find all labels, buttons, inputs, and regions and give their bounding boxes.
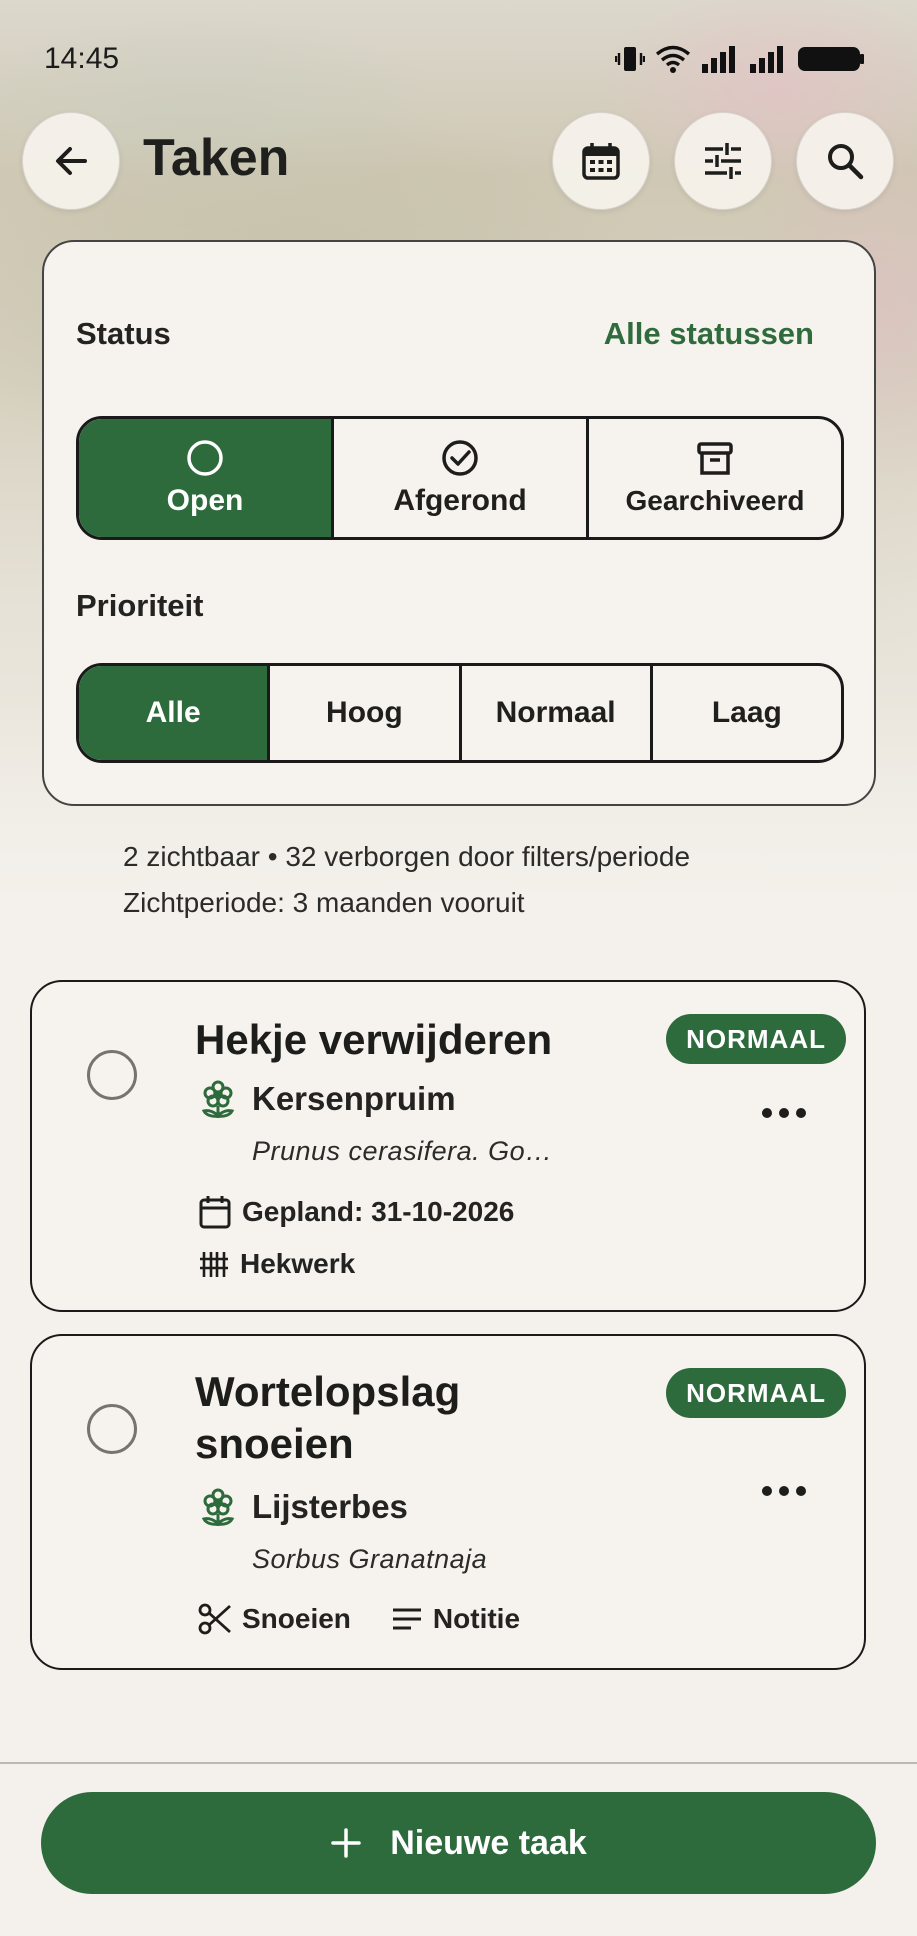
sliders-icon bbox=[705, 143, 741, 179]
filter-button[interactable] bbox=[674, 112, 772, 210]
priority-segmented-control: Alle Hoog Normaal Laag bbox=[76, 663, 844, 763]
wifi-icon bbox=[655, 45, 691, 73]
calendar-icon bbox=[199, 1196, 231, 1229]
task-title: Wortelopslag snoeien bbox=[195, 1366, 635, 1470]
task-card[interactable]: Hekje verwijderen NORMAAL Kersenpruim Pr… bbox=[30, 980, 866, 1312]
task-category-label: Hekwerk bbox=[240, 1248, 356, 1279]
more-options-button[interactable] bbox=[762, 1484, 806, 1498]
status-option-label: Open bbox=[166, 484, 244, 517]
task-title-line: snoeien bbox=[195, 1420, 354, 1467]
status-label: Status bbox=[76, 316, 171, 351]
task-category: Hekwerk bbox=[198, 1248, 355, 1280]
new-task-label: Nieuwe taak bbox=[390, 1823, 587, 1862]
status-option-label: Gearchiveerd bbox=[625, 485, 805, 516]
status-option-open[interactable]: Open bbox=[79, 419, 331, 537]
page-title: Taken bbox=[143, 129, 290, 187]
notes-icon bbox=[392, 1608, 421, 1630]
scissors-icon bbox=[198, 1603, 231, 1635]
flower-icon bbox=[201, 1488, 235, 1526]
more-options-button[interactable] bbox=[762, 1106, 806, 1120]
calendar-icon bbox=[582, 143, 620, 180]
priority-badge: NORMAAL bbox=[666, 1014, 846, 1064]
arrow-left-icon bbox=[56, 147, 87, 175]
check-circle-icon bbox=[442, 440, 478, 476]
filter-summary: 2 zichtbaar • 32 verborgen door filters/… bbox=[123, 834, 690, 926]
battery-icon bbox=[798, 47, 864, 71]
bottom-divider bbox=[0, 1762, 917, 1764]
search-icon bbox=[828, 144, 864, 180]
signal-icon-2 bbox=[750, 46, 783, 73]
priority-label: Prioriteit bbox=[76, 588, 204, 623]
priority-badge: NORMAAL bbox=[666, 1368, 846, 1418]
task-complete-checkbox[interactable] bbox=[87, 1404, 137, 1454]
task-tag-label: Snoeien bbox=[242, 1603, 351, 1634]
task-complete-checkbox[interactable] bbox=[87, 1050, 137, 1100]
new-task-button[interactable]: Nieuwe taak bbox=[41, 1792, 876, 1894]
all-statuses-link[interactable]: Alle statussen bbox=[604, 316, 814, 352]
calendar-button[interactable] bbox=[552, 112, 650, 210]
archive-icon bbox=[697, 442, 733, 475]
plant-latin-name: Prunus cerasifera. Go… bbox=[252, 1136, 553, 1166]
task-title: Hekje verwijderen bbox=[195, 1016, 553, 1063]
back-button[interactable] bbox=[22, 112, 120, 210]
plant-name: Lijsterbes bbox=[252, 1488, 408, 1525]
period-text: Zichtperiode: 3 maanden vooruit bbox=[123, 887, 525, 918]
circle-icon bbox=[187, 440, 223, 476]
search-button[interactable] bbox=[796, 112, 894, 210]
priority-option-high[interactable]: Hoog bbox=[267, 666, 458, 760]
system-icons bbox=[615, 42, 865, 76]
plant-row: Kersenpruim bbox=[198, 1078, 456, 1120]
status-time: 14:45 bbox=[44, 42, 120, 75]
task-card[interactable]: Wortelopslag snoeien NORMAAL Lijsterbes … bbox=[30, 1334, 866, 1670]
status-option-completed[interactable]: Afgerond bbox=[331, 419, 586, 537]
priority-option-normal[interactable]: Normaal bbox=[458, 666, 650, 760]
flower-icon bbox=[201, 1080, 235, 1118]
priority-option-all[interactable]: Alle bbox=[79, 666, 268, 760]
fence-icon bbox=[200, 1252, 228, 1277]
priority-option-low[interactable]: Laag bbox=[649, 666, 841, 760]
task-tags: Snoeien Notitie bbox=[198, 1602, 520, 1636]
task-title-line: Wortelopslag bbox=[195, 1368, 461, 1415]
visible-count-text: 2 zichtbaar • 32 verborgen door filters/… bbox=[123, 841, 691, 872]
filter-card: Status Alle statussen Open Afgerond Gear… bbox=[42, 240, 876, 806]
task-schedule: Gepland: 31-10-2026 bbox=[198, 1194, 514, 1230]
plant-name: Kersenpruim bbox=[252, 1080, 456, 1117]
plant-row: Lijsterbes bbox=[198, 1486, 408, 1528]
signal-icon bbox=[702, 46, 735, 73]
task-planned-date: Gepland: 31-10-2026 bbox=[242, 1196, 515, 1227]
task-note-label: Notitie bbox=[432, 1603, 521, 1634]
status-option-label: Afgerond bbox=[393, 484, 527, 517]
status-bar: 14:45 bbox=[0, 0, 917, 120]
plus-icon bbox=[331, 1828, 361, 1858]
plant-latin-name: Sorbus Granatnaja bbox=[252, 1544, 488, 1574]
status-option-archived[interactable]: Gearchiveerd bbox=[586, 419, 841, 537]
status-segmented-control: Open Afgerond Gearchiveerd bbox=[76, 416, 844, 540]
vibrate-icon bbox=[615, 47, 645, 71]
